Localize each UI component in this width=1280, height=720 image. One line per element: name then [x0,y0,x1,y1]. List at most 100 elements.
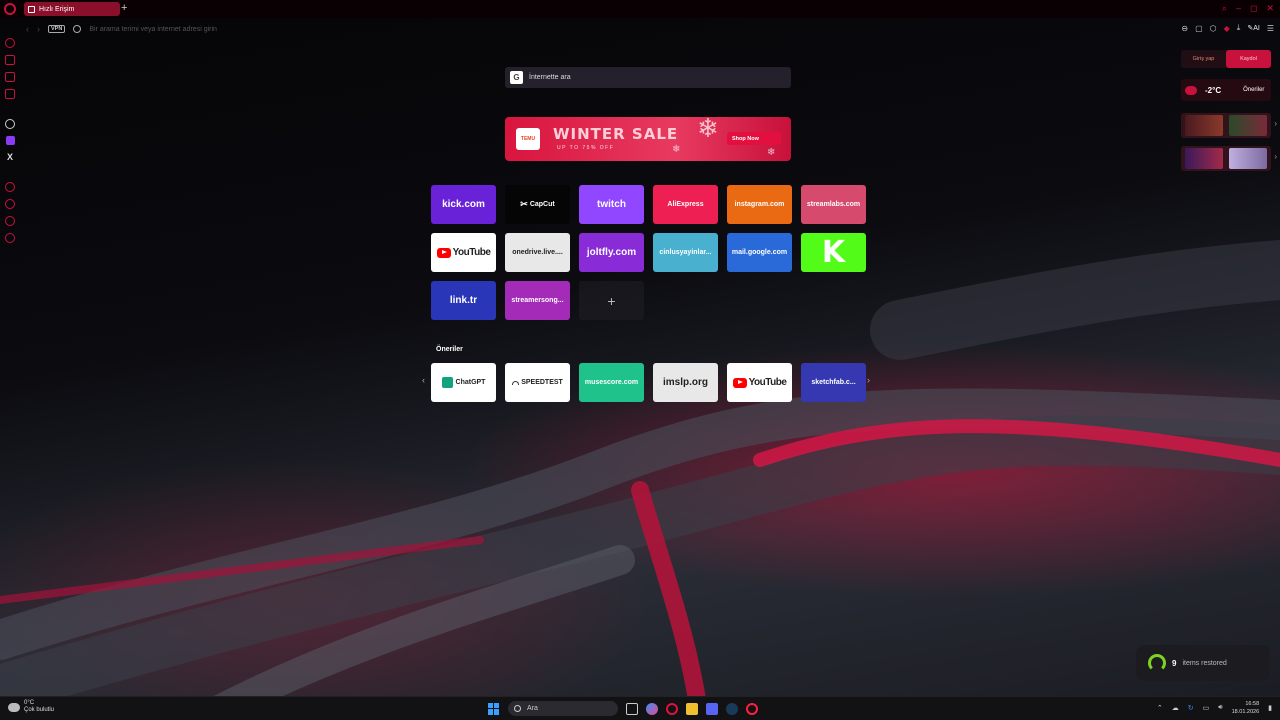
speed_dials-tile-joltfly-com[interactable]: joltfly.com [579,233,644,272]
back-icon[interactable]: ‹ [26,24,29,34]
opera-gx-icon[interactable] [666,702,678,715]
chevron-right-icon[interactable]: › [1274,152,1277,161]
web-search-box[interactable]: G İnternette ara [505,67,791,88]
youtube-play-icon [436,247,451,258]
suggestions-tile-chatgpt[interactable]: ChatGPT [431,363,496,402]
new-tab-button[interactable]: + [121,2,127,14]
restore-icon [1148,654,1166,672]
tile-label: SPEEDTEST [521,379,563,386]
snowflake-icon: ❄ [767,147,776,158]
extensions-icon[interactable]: ⬡ [1210,24,1217,33]
chevron-right-icon[interactable]: › [867,375,870,385]
google-icon: G [510,71,523,84]
volume-icon[interactable]: 🔊︎ [1218,704,1222,712]
x-twitter-icon[interactable]: X [7,152,13,162]
tile-label: instagram.com [734,201,785,208]
speed-dial-icon [28,5,35,13]
speed_dials-tile-kick-com[interactable]: kick.com [431,185,496,224]
gx-control-icon[interactable] [5,38,15,48]
minimize-icon[interactable]: – [1236,3,1241,14]
speed_dials-tile-instagram-com[interactable]: instagram.com [727,185,792,224]
restore-toast[interactable]: 9 items restored [1136,645,1270,681]
snowflake-icon: ❄ [672,144,681,155]
task-view-icon[interactable] [626,702,638,715]
news-card[interactable]: › [1181,113,1277,138]
player-icon[interactable] [5,182,15,192]
sync-icon[interactable]: ↻ [1188,704,1194,712]
speed_dials-tile-youtube[interactable]: YouTube [431,233,496,272]
login-button[interactable]: Giriş yap [1181,50,1226,68]
weather-widget[interactable]: -2°C Öneriler [1181,79,1271,101]
tile-label: musescore.com [584,379,639,386]
restored-text: items restored [1182,659,1227,667]
shop-now-button[interactable]: Shop Now [727,132,781,145]
weather-suggestions[interactable]: Öneriler [1243,87,1264,93]
windows-start-icon[interactable] [488,702,500,715]
close-icon[interactable]: ✕ [1266,3,1274,14]
promo-banner[interactable]: TEMU WINTER SALE UP TO 75% OFF Shop Now … [505,117,791,161]
maximize-icon[interactable]: ◻ [1250,3,1257,14]
extensions-sidebar-icon[interactable] [5,216,15,226]
zoom-icon[interactable]: ⊖ [1181,24,1188,33]
tile-label: cinlusyayinlar... [659,249,712,256]
cloud-icon [1185,85,1197,95]
steam-icon[interactable] [726,702,738,715]
twitch-app-icon[interactable] [5,136,15,145]
clock[interactable]: 16:58 18.01.2026 [1232,700,1260,716]
taskbar-weather[interactable]: 0°C Çok bulutlu [8,700,54,714]
browser-window: Hızlı Erişim + ⌕ – ◻ ✕ ‹ › VPN Bir arama… [0,0,1280,720]
suggestions-tile-imslp-org[interactable]: imslp.org [653,363,718,402]
history-icon[interactable] [5,199,15,209]
settings-icon[interactable] [5,233,15,243]
speed_dials-tile-k[interactable]: K [801,233,866,272]
suggestions-grid: ChatGPT SPEEDTEST musescore.com imslp.org Yo… [431,363,866,402]
speed_dials-tile-capcut[interactable]: ✂ CapCut [505,185,570,224]
speed_dials-tile-streamersong[interactable]: streamersong... [505,281,570,320]
taskbar-search-placeholder: Ara [527,705,538,712]
chevron-up-icon[interactable]: ⌃ [1157,704,1163,712]
chevron-left-icon[interactable]: ‹ [422,375,425,385]
chevron-right-icon[interactable]: › [1274,119,1277,128]
chatgpt-sidebar-icon[interactable] [5,119,15,129]
suggestions-tile-musescore-com[interactable]: musescore.com [579,363,644,402]
search-tabs-icon[interactable]: ⌕ [1222,3,1227,14]
suggestions-tile-sketchfab-c[interactable]: sketchfab.c... [801,363,866,402]
forward-icon[interactable]: › [37,24,40,34]
tab-speed-dial[interactable]: Hızlı Erişim [24,2,120,16]
file-explorer-icon[interactable] [686,702,698,715]
instagram-sidebar-icon[interactable] [5,89,15,99]
vpn-badge[interactable]: VPN [48,25,66,33]
snapshot-icon[interactable]: ▢ [1195,24,1203,33]
suggestions-tile-youtube[interactable]: YouTube [727,363,792,402]
twitch-sidebar-icon[interactable] [5,72,15,82]
aria-ai-button[interactable]: ✎AI [1247,24,1260,32]
taskbar-search[interactable]: Ara [508,701,618,716]
news-thumbnail [1185,148,1223,169]
download-icon[interactable]: ⤓ [1237,23,1241,33]
copilot-icon[interactable] [646,702,658,715]
notification-icon[interactable]: ▮ [1268,704,1272,712]
speed_dials-tile-twitch[interactable]: twitch [579,185,644,224]
display-icon[interactable]: ▭ [1203,704,1210,712]
speed_dials-tile-cinlusyayinlar[interactable]: cinlusyayinlar... [653,233,718,272]
onedrive-icon[interactable]: ☁ [1172,704,1179,712]
register-button[interactable]: Kaydol [1226,50,1271,68]
discord-icon[interactable] [706,702,718,715]
speed_dials-tile-onedrive-live[interactable]: onedrive.live.... [505,233,570,272]
menu-icon[interactable]: ☰ [1267,24,1274,33]
opera-icon[interactable] [746,702,758,715]
taskbar: 0°C Çok bulutlu Ara ⌃ ☁ ↻ ▭ 🔊︎ 16:58 18.… [0,696,1280,720]
address-input[interactable]: Bir arama terimi veya internet adresi gi… [89,26,217,33]
banner-brand: TEMU [520,136,536,142]
speed_dials-tile-mail-google-com[interactable]: mail.google.com [727,233,792,272]
news-card[interactable]: › [1181,146,1277,171]
suggestions-tile-speedtest[interactable]: SPEEDTEST [505,363,570,402]
opera-logo-icon[interactable] [4,3,16,15]
sidebar: X [0,34,20,694]
add-speed-dial-button[interactable]: + [579,281,644,320]
gx-corner-icon[interactable] [5,55,15,65]
speed_dials-tile-aliexpress[interactable]: AliExpress [653,185,718,224]
speed_dials-tile-link-tr[interactable]: link.tr [431,281,496,320]
wallet-icon[interactable]: ◆ [1224,24,1230,33]
speed_dials-tile-streamlabs-com[interactable]: streamlabs.com [801,185,866,224]
